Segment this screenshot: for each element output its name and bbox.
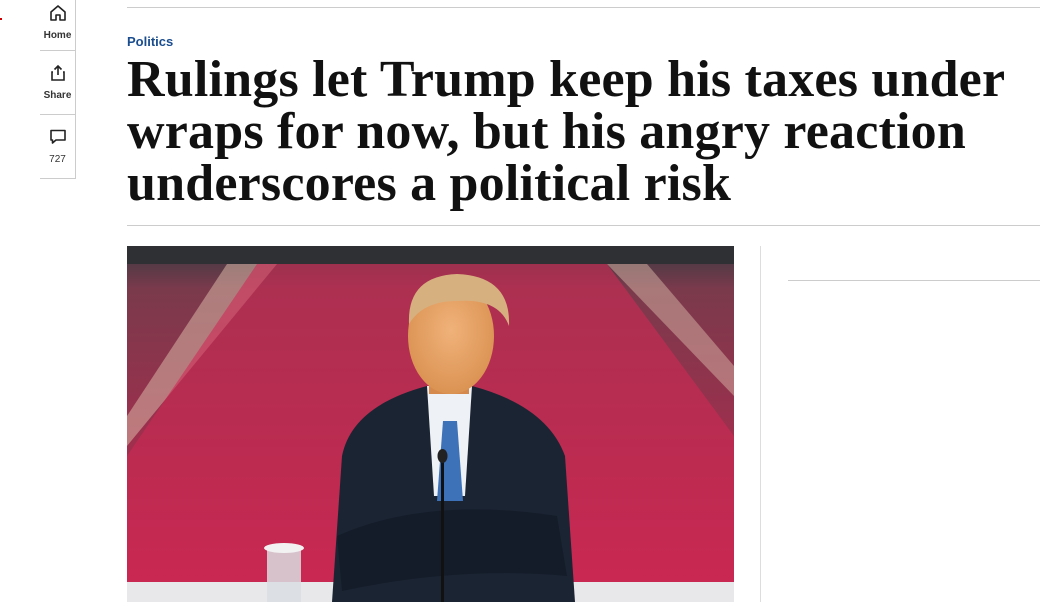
- column-divider: [760, 246, 761, 602]
- home-button[interactable]: Home: [40, 0, 75, 51]
- comments-button[interactable]: 727: [40, 115, 75, 179]
- share-label: Share: [43, 90, 72, 101]
- home-label: Home: [43, 30, 72, 41]
- decorative-mark: [0, 18, 2, 20]
- comments-count: 727: [49, 154, 66, 165]
- section-kicker-link[interactable]: Politics: [127, 34, 173, 49]
- sidebar-divider: [788, 280, 1040, 281]
- share-icon: [49, 64, 67, 87]
- article-headline: Rulings let Trump keep his taxes under w…: [127, 51, 1005, 212]
- left-action-rail: Home Share 727: [40, 0, 76, 179]
- headline-divider: [127, 225, 1040, 226]
- lead-photo: [127, 246, 734, 602]
- share-button[interactable]: Share: [40, 51, 75, 115]
- home-icon: [49, 4, 67, 27]
- comment-icon: [49, 128, 67, 151]
- top-divider: [127, 7, 1040, 8]
